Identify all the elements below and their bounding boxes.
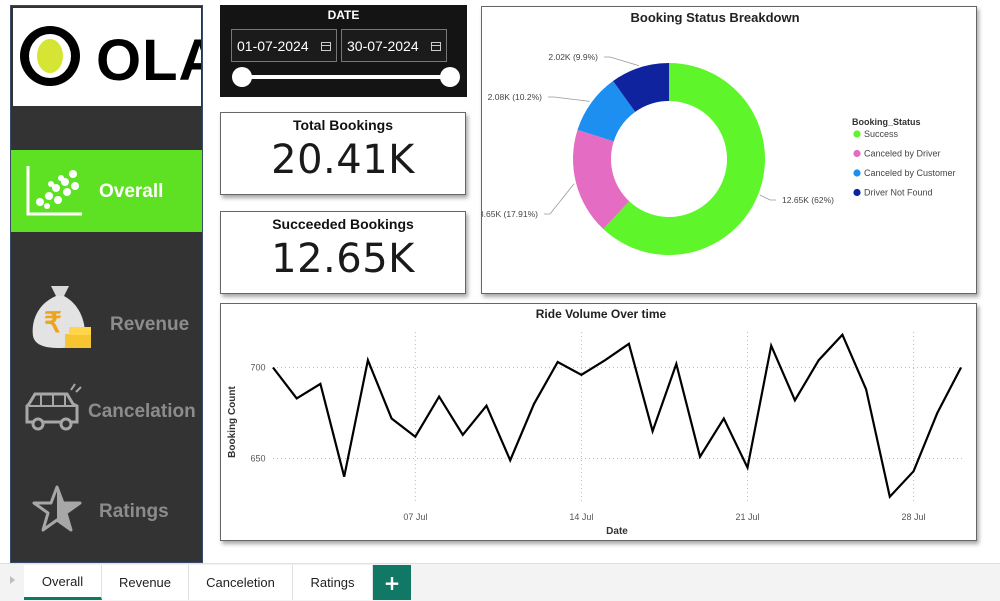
legend-item[interactable]: Canceled by Customer (864, 168, 956, 178)
date-range-end-handle[interactable] (440, 67, 460, 87)
legend-marker (853, 149, 861, 158)
tab-revenue[interactable]: Revenue (102, 565, 189, 600)
total-bookings-card: Total Bookings 20.41K (220, 112, 466, 195)
nav-item-revenue[interactable]: ₹ Revenue (11, 278, 202, 350)
nav-label-revenue: Revenue (110, 314, 190, 335)
legend-item[interactable]: Success (864, 129, 899, 139)
svg-text:₹: ₹ (44, 307, 62, 338)
tabs-scroll-left-icon[interactable] (10, 576, 15, 584)
donut-leader-line (544, 183, 575, 215)
donut-leader-line (604, 56, 640, 67)
donut-legend[interactable]: Success Canceled by Driver Canceled by Cus… (853, 129, 956, 198)
succeeded-bookings-value: 12.65K (271, 236, 415, 282)
total-bookings-title: Total Bookings (292, 117, 394, 133)
car-icon (23, 382, 83, 438)
end-date-value: 30-07-2024 (347, 37, 419, 54)
nav-item-overall[interactable]: Overall (11, 150, 202, 232)
x-tick-label: 07 Jul (403, 512, 427, 522)
y-axis-label: Booking Count (227, 386, 238, 458)
date-range-track[interactable] (242, 75, 451, 79)
add-page-button[interactable]: + (373, 565, 411, 600)
logo-text: OLA (96, 28, 201, 93)
x-tick-label: 21 Jul (735, 512, 759, 522)
donut-data-label: 2.02K (9.9%) (548, 52, 598, 62)
nav-item-ratings[interactable]: Ratings (11, 480, 202, 540)
ride-volume-line[interactable] (272, 332, 962, 499)
calendar-icon[interactable] (431, 42, 441, 51)
scatter-chart-icon (25, 162, 85, 222)
date-slicer-title: DATE (327, 8, 360, 22)
line-chart-title: Ride Volume Over time (536, 307, 667, 321)
x-axis-label: Date (606, 526, 628, 537)
nav-label-cancelation: Cancelation (88, 401, 196, 422)
legend-marker (853, 169, 861, 177)
nav-label-ratings: Ratings (99, 501, 169, 522)
page-tabs: Overall Revenue Canceletion Ratings + (0, 563, 1000, 601)
nav-item-cancelation[interactable]: Cancelation (11, 378, 202, 438)
succeeded-bookings-title: Succeeded Bookings (272, 216, 414, 232)
ride-volume-card: Ride Volume Over time 650 700 07 Jul 14 Jul… (220, 303, 977, 541)
legend-item[interactable]: Canceled by Driver (864, 149, 941, 159)
donut-chart[interactable] (573, 63, 765, 255)
x-tick-label: 14 Jul (569, 512, 593, 522)
total-bookings-value: 20.41K (271, 137, 415, 183)
booking-status-card: Booking Status Breakdown 12.65K (62%) 3.6… (479, 6, 977, 294)
legend-title: Booking_Status (852, 117, 921, 127)
star-icon (31, 484, 83, 540)
tab-overall[interactable]: Overall (24, 565, 102, 600)
money-bag-icon: ₹ (29, 282, 93, 352)
x-tick-label: 28 Jul (902, 512, 926, 522)
date-slicer: DATE 01-07-2024 30-07-2024 (220, 5, 467, 97)
nav-label-overall: Overall (99, 181, 164, 202)
donut-title: Booking Status Breakdown (630, 10, 799, 25)
donut-data-label: 3.65K (17.91%) (482, 209, 538, 219)
ola-logo: OLA (13, 8, 220, 106)
donut-leader-line (548, 96, 590, 102)
y-tick-label: 700 (250, 363, 265, 373)
legend-item[interactable]: Driver Not Found (864, 188, 933, 198)
end-date-input[interactable]: 30-07-2024 (341, 29, 447, 62)
legend-marker (853, 130, 861, 138)
y-tick-label: 650 (250, 454, 265, 464)
donut-leader-line (759, 194, 776, 201)
line-chart-grid (273, 332, 965, 504)
start-date-value: 01-07-2024 (237, 37, 309, 54)
date-range-start-handle[interactable] (232, 67, 252, 87)
succeeded-bookings-card: Succeeded Bookings 12.65K (220, 211, 466, 294)
calendar-icon[interactable] (321, 42, 331, 51)
donut-data-label: 12.65K (62%) (782, 195, 834, 205)
sidebar-nav: OLA Overall ₹ Revenue Cancelation Rating… (10, 5, 220, 563)
line-chart-series[interactable] (272, 332, 962, 499)
start-date-input[interactable]: 01-07-2024 (231, 29, 337, 62)
legend-marker (853, 188, 861, 197)
donut-data-label: 2.08K (10.2%) (488, 92, 543, 102)
tab-canceletion[interactable]: Canceletion (189, 565, 293, 600)
tab-ratings[interactable]: Ratings (293, 565, 373, 600)
